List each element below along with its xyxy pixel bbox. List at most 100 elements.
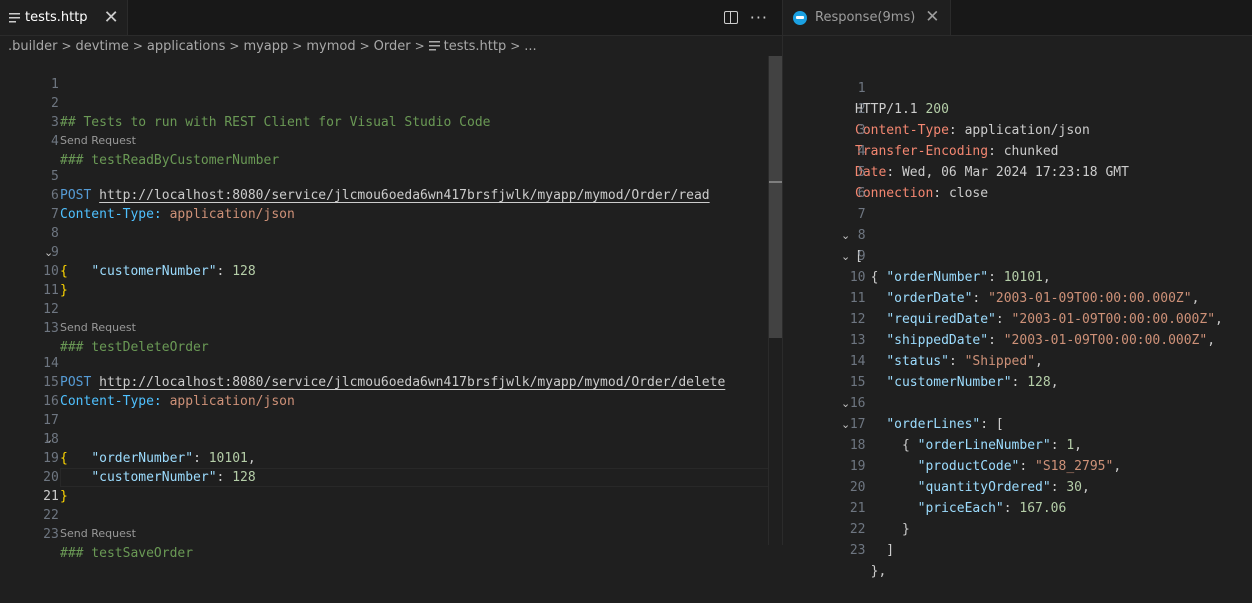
- header-value: chunked: [1003, 144, 1059, 159]
- more-actions-icon[interactable]: ···: [750, 9, 768, 26]
- breadcrumb-item[interactable]: devtime: [76, 39, 129, 54]
- breadcrumb-ellipsis[interactable]: ...: [524, 39, 536, 54]
- header-key: Content-Type: [855, 123, 949, 138]
- response-line: 3 Transfer-Encoding: chunked: [783, 99, 1059, 159]
- split-editor-icon[interactable]: [723, 11, 738, 24]
- line-number: 13: [849, 333, 866, 348]
- chevron-right-icon: >: [61, 39, 72, 53]
- json-line: "shippedDate": "2003-01-09T00:00:00.000Z…: [886, 333, 1216, 348]
- code-line: 17 ⌄ {: [0, 392, 768, 466]
- line-number: 15: [849, 375, 866, 390]
- response-line: 2 Content-Type: application/json: [783, 78, 1090, 138]
- json-line: "status": "Shipped",: [886, 354, 1043, 369]
- response-line: 15 ⌄ "orderLines": [: [783, 351, 1004, 432]
- json-brace: },: [855, 564, 887, 579]
- line-number: 12: [849, 312, 866, 327]
- file-lines-icon: [428, 41, 440, 51]
- line-number: 7: [857, 207, 866, 222]
- json-value: 167.06: [1019, 501, 1067, 516]
- response-line: 5 Connection: close: [783, 141, 988, 201]
- json-line: "orderNumber": 10101,: [886, 270, 1051, 285]
- status-line: HTTP/1.1 200: [855, 99, 949, 120]
- breadcrumb-item[interactable]: applications: [147, 39, 225, 54]
- editor-pane: tests.http ✕ ··· .builder > devtime > appl…: [0, 0, 783, 561]
- response-line: 7 ⌄ [: [783, 183, 866, 264]
- response-line: 23 },: [783, 519, 886, 579]
- breadcrumb-item[interactable]: .builder: [8, 39, 57, 54]
- json-value: 10101: [1003, 270, 1043, 285]
- scrollbar-thumb[interactable]: [769, 56, 783, 338]
- breadcrumb-item[interactable]: Order: [374, 39, 411, 54]
- json-value: "S18_2795": [1035, 459, 1114, 474]
- response-line: 16 ⌄ {: [783, 372, 910, 453]
- line-number: 19: [849, 459, 866, 474]
- tab-response[interactable]: Response(9ms) ✕: [783, 0, 951, 35]
- json-value: "2003-01-09T00:00:00.000Z": [1011, 312, 1216, 327]
- tab-label: Response(9ms): [815, 10, 916, 25]
- json-line: "quantityOrdered": 30,: [917, 480, 1090, 495]
- line-number: 23: [849, 543, 866, 558]
- line-number: 20: [849, 480, 866, 495]
- json-value: 1: [1066, 438, 1075, 453]
- code-line: 10 }: [0, 243, 768, 298]
- code-line: 6 Content-Type: application/json: [0, 167, 768, 222]
- file-lines-icon: [9, 12, 20, 22]
- json-key: "orderLines": [886, 417, 981, 432]
- chevron-right-icon: >: [359, 39, 370, 53]
- header-value: Wed, 06 Mar 2024 17:23:18 GMT: [901, 165, 1129, 180]
- json-key: "orderLineNumber": [917, 438, 1051, 453]
- response-header: Transfer-Encoding: chunked: [855, 144, 1059, 159]
- response-line: 21 }: [783, 477, 910, 537]
- header-value: application/json: [964, 123, 1090, 138]
- response-header: Date: Wed, 06 Mar 2024 17:23:18 GMT: [855, 165, 1129, 180]
- response-line: 19 "quantityOrdered": 30,: [783, 435, 1090, 495]
- json-value: "2003-01-09T00:00:00.000Z": [988, 291, 1192, 306]
- header-key: Transfer-Encoding: [855, 144, 989, 159]
- line-number: 4: [857, 144, 866, 159]
- code-line: 7: [0, 186, 768, 222]
- response-viewer[interactable]: 1 HTTP/1.1 200 2 Content-Type: applicati…: [783, 57, 1252, 579]
- response-line: 1 HTTP/1.1 200: [783, 57, 949, 117]
- response-line: 6: [783, 162, 866, 201]
- line-number: 11: [849, 291, 866, 306]
- code-line: 13 ### testDeleteOrder: [0, 300, 768, 355]
- line-number: 3: [857, 123, 866, 138]
- response-line: 13 "status": "Shipped",: [783, 309, 1043, 369]
- response-line: 12 "shippedDate": "2003-01-09T00:00:00.0…: [783, 288, 1215, 348]
- line-number: 18: [849, 438, 866, 453]
- line-number: 8: [857, 228, 866, 243]
- json-key: "orderDate": [886, 291, 973, 306]
- send-request-link[interactable]: Send Request: [60, 134, 136, 148]
- line-number: 5: [857, 165, 866, 180]
- scrollbar-cursor-marker: [769, 181, 783, 183]
- json-line: "orderLines": [: [886, 417, 1004, 432]
- response-line: 9 "orderNumber": 10101,: [783, 225, 1051, 285]
- json-value: "2003-01-09T00:00:00.000Z": [1003, 333, 1208, 348]
- code-editor[interactable]: 1 2 ## Tests to run with REST Client for…: [0, 56, 782, 561]
- close-icon[interactable]: ✕: [104, 8, 119, 27]
- request-name: ### testSaveOrder: [60, 546, 194, 561]
- vertical-scrollbar[interactable]: [768, 56, 783, 545]
- json-line: "productCode": "S18_2795",: [917, 459, 1122, 474]
- line-number: 23: [43, 527, 59, 542]
- code-line: 16: [0, 373, 768, 409]
- code-line: 1: [0, 56, 768, 92]
- json-key: "productCode": [917, 459, 1020, 474]
- send-request-link[interactable]: Send Request: [60, 527, 136, 541]
- line-number: 14: [849, 354, 866, 369]
- header-value: close: [948, 186, 989, 201]
- code-line: 23 ### testSaveOrder: [0, 506, 768, 561]
- line-number: 9: [857, 249, 866, 264]
- send-request-link[interactable]: Send Request: [60, 321, 136, 335]
- response-line: 20 "priceEach": 167.06: [783, 456, 1066, 516]
- breadcrumb-item[interactable]: mymod: [306, 39, 355, 54]
- tab-tests-http[interactable]: tests.http ✕: [0, 0, 128, 35]
- response-header: Connection: close: [855, 186, 989, 201]
- json-value: 128: [1027, 375, 1051, 390]
- breadcrumb-item[interactable]: myapp: [243, 39, 288, 54]
- code-line: 21: [0, 468, 768, 504]
- response-line: 10 "orderDate": "2003-01-09T00:00:00.000…: [783, 246, 1200, 306]
- breadcrumb-file[interactable]: tests.http: [444, 39, 507, 54]
- close-icon[interactable]: ✕: [925, 9, 939, 26]
- json-line: "priceEach": 167.06: [917, 501, 1067, 516]
